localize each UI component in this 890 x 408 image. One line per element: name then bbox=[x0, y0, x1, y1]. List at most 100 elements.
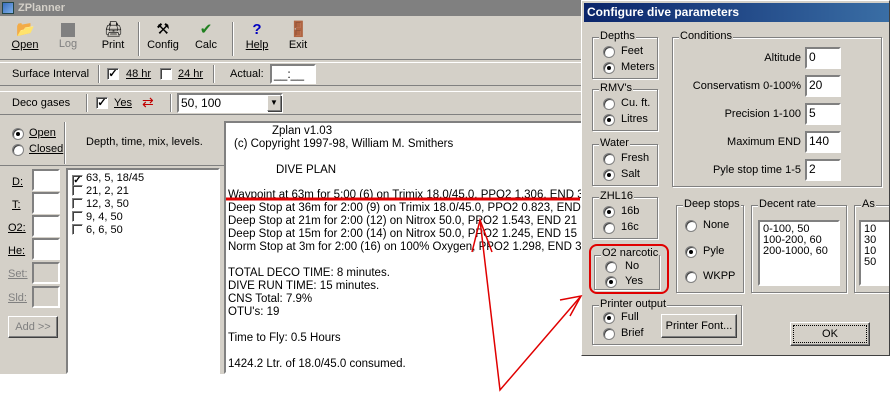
calc-button[interactable]: ✔ Calc bbox=[190, 20, 222, 58]
plan-line: Deep Stop at 15m for 2:00 (14) on Nitrox… bbox=[228, 228, 578, 240]
conditions-group-title: Conditions bbox=[679, 30, 733, 42]
he-input[interactable] bbox=[32, 238, 60, 260]
printer-output-group: Printer output Full Brief Printer Font..… bbox=[592, 298, 742, 345]
deep-stops-pyle-radio[interactable] bbox=[685, 246, 697, 258]
set-input[interactable] bbox=[32, 262, 60, 284]
feet-radio[interactable] bbox=[603, 46, 615, 58]
print-brief-radio[interactable] bbox=[603, 328, 615, 340]
deep-stops-group-title: Deep stops bbox=[683, 198, 741, 210]
depth-field-label: D: bbox=[12, 176, 23, 188]
conservatism-label: Conservatism 0-100% bbox=[692, 80, 801, 92]
actual-time-input[interactable]: __:__ bbox=[270, 64, 316, 84]
zhl16-group-title: ZHL16 bbox=[599, 190, 635, 202]
altitude-input[interactable]: 0 bbox=[805, 47, 841, 69]
print-full-radio[interactable] bbox=[603, 312, 615, 324]
print-brief-label: Brief bbox=[621, 327, 644, 339]
plan-line: CNS Total: 7.9% bbox=[228, 293, 313, 305]
depths-group-title: Depths bbox=[599, 30, 636, 42]
toolbar-separator bbox=[232, 22, 234, 56]
deco-yes-checkbox[interactable]: ✓ bbox=[96, 97, 108, 109]
o2-narcotic-group: O2 narcotic No Yes bbox=[594, 247, 660, 290]
list-item[interactable]: 12, 3, 50 bbox=[72, 198, 129, 211]
ascent-rate-group: As 10 30 10 50 bbox=[854, 198, 889, 293]
deep-stops-pyle-label: Pyle bbox=[703, 245, 725, 257]
salt-radio[interactable] bbox=[603, 169, 615, 181]
sld-input[interactable] bbox=[32, 286, 60, 308]
maximum-end-label: Maximum END bbox=[727, 136, 801, 148]
open-circuit-label: Open bbox=[29, 127, 56, 139]
ascent-rate-textarea[interactable]: 10 30 10 50 bbox=[859, 220, 889, 286]
open-button[interactable]: 📂 Open bbox=[6, 20, 44, 58]
deep-stops-wkpp-radio[interactable] bbox=[685, 271, 697, 283]
precision-label: Precision 1-100 bbox=[724, 108, 801, 120]
zhl16b-radio[interactable] bbox=[603, 206, 615, 218]
deep-stops-none-radio[interactable] bbox=[685, 220, 697, 232]
printer-font-button[interactable]: Printer Font... bbox=[661, 314, 737, 338]
surface-interval-label: Surface Interval bbox=[12, 68, 90, 80]
ok-button[interactable]: OK bbox=[790, 322, 870, 346]
list-item-checkbox[interactable] bbox=[72, 211, 83, 222]
list-item[interactable]: 21, 2, 21 bbox=[72, 185, 129, 198]
o2-no-label: No bbox=[625, 260, 640, 272]
add-button[interactable]: Add >> bbox=[8, 316, 58, 338]
app-icon bbox=[2, 2, 14, 14]
log-button[interactable]: Log bbox=[50, 20, 86, 58]
list-item-checkbox[interactable] bbox=[72, 185, 83, 196]
set-field-label: Set: bbox=[8, 268, 28, 280]
open-circuit-radio[interactable] bbox=[12, 128, 24, 140]
plan-line: OTU's: 19 bbox=[228, 306, 280, 318]
chevron-down-icon[interactable]: ▼ bbox=[267, 95, 281, 111]
zhl16c-label: 16c bbox=[621, 221, 639, 233]
time-field-label: T: bbox=[12, 199, 21, 211]
o2-input[interactable] bbox=[32, 215, 60, 237]
maximum-end-input[interactable]: 140 bbox=[805, 131, 841, 153]
list-item[interactable]: ✓ 63, 5, 18/45 bbox=[72, 172, 144, 186]
window-title: ZPlanner bbox=[18, 2, 66, 14]
plan-line: TOTAL DECO TIME: 8 minutes. bbox=[228, 267, 390, 279]
decent-rate-group-title: Decent rate bbox=[758, 198, 817, 210]
list-item-checkbox[interactable] bbox=[72, 198, 83, 209]
deco-gases-select[interactable]: 50, 100 ▼ bbox=[177, 93, 283, 113]
sld-field-label: Sld: bbox=[8, 292, 27, 304]
toolbar: 📂 Open Log 🖨 Print ⚒ Config ✔ Calc ? Hel… bbox=[0, 18, 590, 60]
depth-input[interactable] bbox=[32, 169, 60, 191]
depths-group: Depths Feet Meters bbox=[592, 30, 658, 79]
exit-button[interactable]: 🚪 Exit bbox=[282, 20, 314, 58]
config-button[interactable]: ⚒ Config bbox=[145, 20, 181, 58]
48hr-checkbox[interactable]: ✓ bbox=[107, 68, 119, 80]
closed-circuit-radio[interactable] bbox=[12, 144, 24, 156]
cuft-radio[interactable] bbox=[603, 98, 615, 110]
depths-list[interactable]: ✓ 63, 5, 18/45 21, 2, 21 12, 3, 50 9, 4, … bbox=[66, 168, 220, 374]
fresh-radio[interactable] bbox=[603, 153, 615, 165]
dive-plan-output[interactable]: Zplan v1.03 (c) Copyright 1997-98, Willi… bbox=[224, 121, 590, 374]
o2-field-label: O2: bbox=[8, 222, 26, 234]
pyle-stop-time-input[interactable]: 2 bbox=[805, 159, 841, 181]
24hr-checkbox[interactable] bbox=[160, 68, 172, 80]
zhl16c-radio[interactable] bbox=[603, 222, 615, 234]
calculator-icon: ✔ bbox=[199, 21, 213, 38]
o2-yes-label: Yes bbox=[625, 275, 643, 287]
litres-radio[interactable] bbox=[603, 114, 615, 126]
gas-switch-icon[interactable]: ⇄ bbox=[142, 94, 154, 111]
time-input[interactable] bbox=[32, 192, 60, 214]
list-item[interactable]: 6, 6, 50 bbox=[72, 224, 123, 237]
plan-line: Zplan v1.03 bbox=[272, 125, 333, 137]
deco-yes-label: Yes bbox=[114, 97, 132, 109]
ascent-rate-group-title: As bbox=[861, 198, 876, 210]
feet-label: Feet bbox=[621, 45, 644, 57]
o2-no-radio[interactable] bbox=[605, 261, 617, 273]
list-item[interactable]: 9, 4, 50 bbox=[72, 211, 123, 224]
o2-yes-radio[interactable] bbox=[605, 276, 617, 288]
precision-input[interactable]: 5 bbox=[805, 103, 841, 125]
salt-label: Salt bbox=[621, 168, 640, 180]
help-button[interactable]: ? Help bbox=[240, 20, 274, 58]
decent-rate-textarea[interactable]: 0-100, 50 100-200, 60 200-1000, 60 bbox=[758, 220, 840, 286]
print-button[interactable]: 🖨 Print bbox=[96, 20, 130, 58]
config-icon: ⚒ bbox=[156, 21, 170, 38]
printer-output-group-title: Printer output bbox=[599, 298, 668, 310]
meters-radio[interactable] bbox=[603, 62, 615, 74]
list-item-checkbox[interactable] bbox=[72, 224, 83, 235]
dialog-title-bar: Configure dive parameters bbox=[584, 3, 889, 22]
dialog-title: Configure dive parameters bbox=[587, 5, 740, 19]
conservatism-input[interactable]: 20 bbox=[805, 75, 841, 97]
